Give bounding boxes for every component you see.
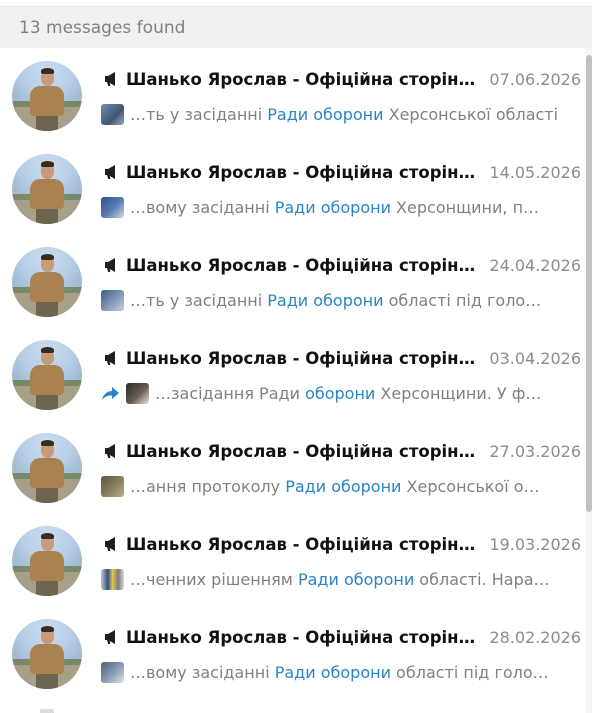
result-snippet: …вому засіданні Ради оборони області під… — [130, 662, 549, 682]
result-snippet: …засідання Ради оборони Херсонщини. У ф… — [155, 383, 542, 403]
result-snippet: …вому засіданні Ради оборони Херсонщини,… — [130, 197, 540, 217]
search-highlight: оборони — [305, 383, 376, 403]
media-thumbnail — [101, 568, 124, 590]
search-highlight: Ради оборони — [267, 104, 384, 124]
search-result-item[interactable]: Шанько Ярослав - Офіційна сторінка 24.04… — [0, 234, 586, 327]
result-snippet: …ть у засіданні Ради оборони Херсонської… — [130, 104, 559, 124]
megaphone-icon — [105, 444, 115, 458]
media-thumbnail — [101, 661, 124, 683]
search-result-item[interactable]: Шанько Ярослав - Офіційна сторінка 14.05… — [0, 141, 586, 234]
search-result-item[interactable]: Шанько Ярослав - Офіційна сторінка 28.02… — [0, 606, 586, 699]
result-date: 19.03.2026 — [489, 534, 581, 554]
result-date: 07.06.2026 — [489, 69, 581, 89]
megaphone-icon — [105, 351, 115, 365]
channel-avatar — [12, 61, 82, 131]
result-date: 03.04.2026 — [489, 348, 581, 368]
media-thumbnail — [101, 103, 124, 125]
result-snippet: …ть у засіданні Ради оборони області під… — [130, 290, 542, 310]
search-result-item[interactable]: Шанько Ярослав - Офіційна сторінка 27.03… — [0, 420, 586, 513]
search-highlight: Ради оборони — [297, 569, 415, 589]
result-title: Шанько Ярослав - Офіційна сторінка — [126, 534, 480, 554]
search-result-item[interactable]: Шанько Ярослав - Офіційна сторінка 03.04… — [0, 327, 586, 420]
result-date: 14.05.2026 — [489, 162, 581, 182]
channel-avatar — [12, 154, 82, 224]
results-count: 13 messages found — [19, 17, 186, 38]
channel-avatar — [12, 247, 82, 317]
media-thumbnail — [101, 475, 124, 497]
result-title: Шанько Ярослав - Офіційна сторінка — [126, 255, 480, 275]
scrollbar-thumb[interactable] — [586, 55, 592, 512]
search-highlight: Ради оборони — [267, 290, 384, 310]
result-title: Шанько Ярослав - Офіційна сторінка — [126, 441, 480, 461]
channel-avatar — [12, 526, 82, 596]
search-highlight: Ради оборони — [274, 197, 391, 217]
result-title: Шанько Ярослав - Офіційна сторінка — [126, 627, 480, 647]
search-results-list[interactable]: Шанько Ярослав - Офіційна сторінка 07.06… — [0, 48, 586, 699]
channel-avatar — [12, 433, 82, 503]
top-divider — [0, 0, 592, 7]
media-thumbnail — [101, 289, 124, 311]
result-date: 28.02.2026 — [489, 627, 581, 647]
result-title: Шанько Ярослав - Офіційна сторінка — [126, 162, 480, 182]
result-title: Шанько Ярослав - Офіційна сторінка — [126, 69, 480, 89]
media-thumbnail — [126, 382, 149, 404]
media-thumbnail — [101, 196, 124, 218]
megaphone-icon — [105, 72, 115, 86]
search-results-header: 13 messages found — [0, 7, 592, 48]
channel-avatar — [12, 340, 82, 410]
search-result-item[interactable]: Шанько Ярослав - Офіційна сторінка 07.06… — [0, 48, 586, 141]
forward-arrow-icon — [102, 387, 119, 400]
megaphone-icon — [105, 630, 115, 644]
result-date: 24.04.2026 — [489, 255, 581, 275]
search-highlight: Ради оборони — [274, 662, 391, 682]
search-highlight: Ради оборони — [285, 476, 402, 496]
result-snippet: …ання протоколу Ради оборони Херсонської… — [130, 476, 540, 496]
next-item-peek — [40, 709, 54, 713]
result-title: Шанько Ярослав - Офіційна сторінка — [126, 348, 480, 368]
megaphone-icon — [105, 165, 115, 179]
search-result-item[interactable]: Шанько Ярослав - Офіційна сторінка 19.03… — [0, 513, 586, 606]
megaphone-icon — [105, 537, 115, 551]
channel-avatar — [12, 619, 82, 689]
result-date: 27.03.2026 — [489, 441, 581, 461]
megaphone-icon — [105, 258, 115, 272]
result-snippet: …ченних рішенням Ради оборони області. Н… — [130, 569, 550, 589]
